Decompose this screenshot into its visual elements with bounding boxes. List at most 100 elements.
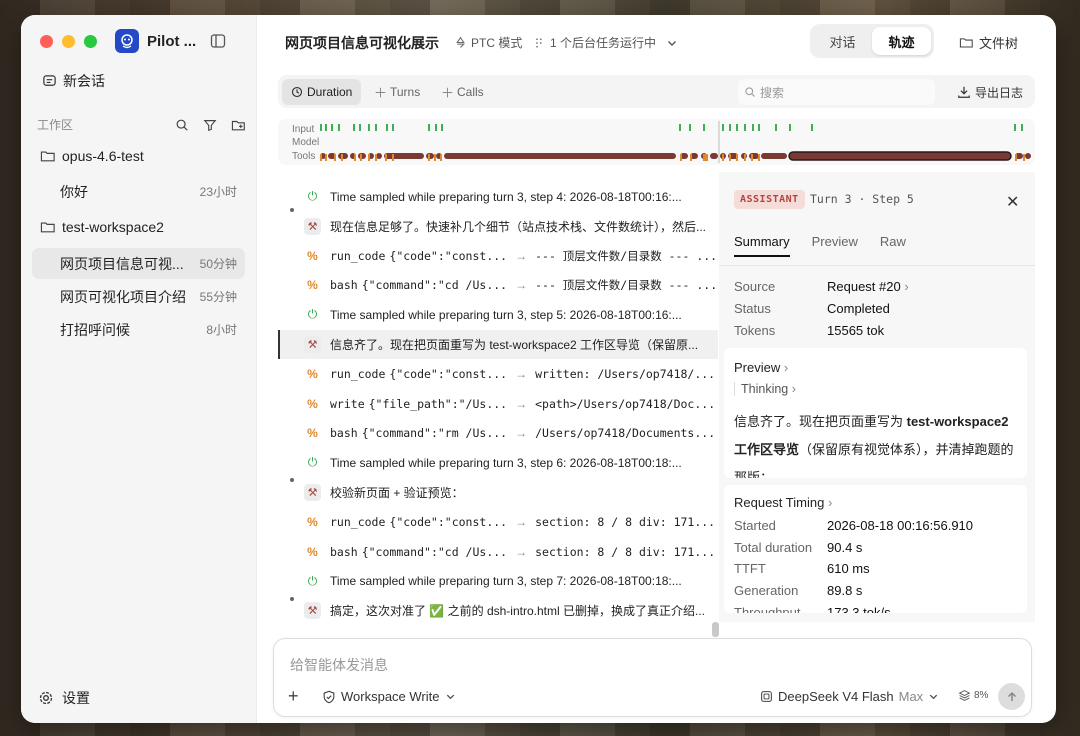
source-link[interactable]: Request #20 ›	[827, 279, 909, 294]
event-row[interactable]: ⏻ Time sampled while preparing turn 3, st…	[278, 182, 718, 211]
timing-value: 2026-08-18 00:16:56.910	[827, 518, 974, 533]
arrow-right-icon: →	[515, 278, 528, 293]
window-controls	[40, 35, 97, 48]
assistant-icon: ⚒	[304, 602, 321, 620]
tab-raw[interactable]: Raw	[880, 234, 906, 257]
event-text: 现在信息足够了。快速补几个细节（站点技术栈、文件数统计），然后...	[330, 219, 707, 234]
chat-bubble-icon	[43, 74, 56, 86]
preview-text-part: 信息齐了。现在把页面重写为	[734, 414, 907, 429]
new-chat-label: 新会话	[63, 73, 105, 89]
page-title: 网页项目信息可视化展示	[285, 35, 439, 51]
tool-name: run_code	[330, 367, 386, 382]
app-window: Pilot ... 新会话 工作区 opus-4.6-test 你好 23小时 …	[21, 15, 1056, 723]
chat-title: 你好	[60, 183, 88, 200]
workspace-test2[interactable]: test-workspace2	[40, 219, 164, 235]
chat-time: 55分钟	[199, 290, 237, 304]
chat-item[interactable]: 打招呼问候 8小时	[32, 314, 245, 345]
folder-icon	[959, 38, 973, 48]
clock-icon: ⏻	[307, 307, 318, 322]
tab-preview[interactable]: Preview	[812, 234, 858, 257]
event-row[interactable]: ⚒ 现在信息足够了。快速补几个细节（站点技术栈、文件数统计），然后...	[278, 212, 718, 241]
send-button[interactable]	[998, 683, 1025, 710]
event-row[interactable]: ⚒ 信息齐了。现在把页面重写为 test-workspace2 工作区导览（保留原…	[278, 330, 718, 359]
event-row[interactable]: % run_code {"code":"const... → section: 8 / …	[278, 508, 718, 537]
filter-icon[interactable]	[203, 118, 217, 132]
tool-icon: %	[307, 248, 318, 263]
summary-key: Tokens	[734, 323, 776, 338]
tab-chat[interactable]: 对话	[813, 27, 872, 55]
event-row[interactable]: ⚒ 搞定，这次对准了 ✅ 之前的 dsh-intro.html 已删掉，换成了真正…	[278, 596, 718, 622]
summary-key: Status	[734, 301, 771, 316]
tool-icon: %	[307, 367, 318, 382]
new-chat-button[interactable]: 新会话	[42, 71, 105, 91]
event-row[interactable]: ⏻ Time sampled while preparing turn 3, st…	[278, 448, 718, 477]
tab-summary[interactable]: Summary	[734, 234, 790, 257]
clock-icon: ⏻	[307, 455, 318, 470]
arrow-right-icon: →	[515, 426, 528, 441]
summary-status: Status Completed	[734, 301, 890, 316]
search-icon[interactable]	[175, 118, 189, 132]
file-tree-button[interactable]: 文件树	[959, 33, 1018, 52]
preview-text: 信息齐了。现在把页面重写为 test-workspace2 工作区导览（保留原有…	[734, 408, 1019, 478]
add-attachment-button[interactable]: +	[288, 686, 299, 707]
workspace-opus[interactable]: opus-4.6-test	[40, 148, 144, 164]
ptc-mode-indicator[interactable]: PTC 模式	[454, 34, 522, 51]
workspace-name: test-workspace2	[62, 219, 164, 235]
sidebar-toggle-icon[interactable]	[210, 33, 226, 52]
export-log-button[interactable]: 导出日志	[957, 79, 1023, 105]
arrow-right-icon: →	[515, 544, 528, 559]
zoom-window-button[interactable]	[84, 35, 97, 48]
chat-item[interactable]: 网页可视化项目介绍 55分钟	[32, 281, 245, 312]
summary-value: Completed	[827, 301, 890, 316]
settings-button[interactable]: 设置	[38, 688, 90, 708]
timing-key: Started	[734, 518, 776, 533]
tool-icon: %	[307, 544, 318, 559]
event-row[interactable]: % bash {"command":"rm /Us... → /Users/op7418…	[278, 419, 718, 448]
event-row[interactable]: ⏻ Time sampled while preparing turn 3, st…	[278, 567, 718, 596]
mode-label: PTC 模式	[471, 36, 523, 50]
event-row[interactable]: % bash {"command":"cd /Us... → section: 8 / …	[278, 537, 718, 566]
minimize-window-button[interactable]	[62, 35, 75, 48]
tab-duration-label: Duration	[307, 85, 353, 99]
search-input[interactable]: 搜索	[738, 79, 935, 105]
chat-item[interactable]: 你好 23小时	[32, 176, 245, 207]
scrollbar-thumb[interactable]	[712, 622, 719, 637]
tool-name: bash	[330, 278, 358, 293]
close-window-button[interactable]	[40, 35, 53, 48]
tab-turns[interactable]: Turns	[366, 79, 429, 105]
chevron-down-icon	[668, 40, 677, 46]
context-usage[interactable]: 8%	[958, 689, 988, 702]
request-timing-toggle[interactable]: Request Timing ›	[734, 495, 832, 510]
event-row[interactable]: % bash {"command":"cd /Us... → --- 顶层文件数/目录数…	[278, 271, 718, 300]
tab-duration[interactable]: Duration	[282, 79, 362, 105]
folder-icon	[40, 151, 55, 162]
timing-row: Started 2026-08-18 00:16:56.910	[734, 518, 973, 533]
event-row[interactable]: % run_code {"code":"const... → written: /Use…	[278, 360, 718, 389]
tool-result: section: 8 / 8 div: 171...	[535, 544, 716, 559]
timing-row: TTFT 610 ms	[734, 561, 870, 576]
tab-trace[interactable]: 轨迹	[872, 27, 931, 55]
chat-item-active[interactable]: 网页项目信息可视... 50分钟	[32, 248, 245, 279]
thinking-toggle[interactable]: Thinking ›	[734, 382, 796, 396]
chat-time: 50分钟	[199, 257, 237, 271]
event-text: 搞定，这次对准了 ✅ 之前的 dsh-intro.html 已删掉，换成了真正介…	[330, 604, 705, 619]
event-row[interactable]: % run_code {"code":"const... → --- 顶层文件数/目录数…	[278, 241, 718, 270]
export-label: 导出日志	[975, 85, 1024, 100]
new-folder-icon[interactable]	[231, 118, 247, 132]
message-input[interactable]: 给智能体发消息	[290, 655, 388, 675]
event-row[interactable]: ⏻ Time sampled while preparing turn 3, st…	[278, 300, 718, 329]
model-dropdown[interactable]: DeepSeek V4 Flash Max	[760, 689, 939, 704]
event-row[interactable]: ⚒ 校验新页面 + 验证预览：	[278, 478, 718, 507]
preview-toggle[interactable]: Preview ›	[734, 360, 788, 375]
timing-value: 610 ms	[827, 561, 870, 577]
close-icon[interactable]: ✕	[1006, 192, 1019, 212]
event-row[interactable]: % write {"file_path":"/Us... → <path>/Users/…	[278, 389, 718, 418]
trace-timeline[interactable]: Input Model Tools	[278, 119, 1035, 165]
permission-dropdown[interactable]: Workspace Write	[322, 689, 456, 704]
chevron-down-icon	[446, 694, 454, 700]
input-ticks	[320, 124, 1023, 131]
event-text: Time sampled while preparing turn 3, ste…	[330, 574, 682, 589]
background-tasks-dropdown[interactable]: 1 个后台任务运行中	[534, 34, 678, 51]
tab-calls[interactable]: Calls	[433, 79, 493, 105]
shield-check-icon	[323, 690, 335, 703]
